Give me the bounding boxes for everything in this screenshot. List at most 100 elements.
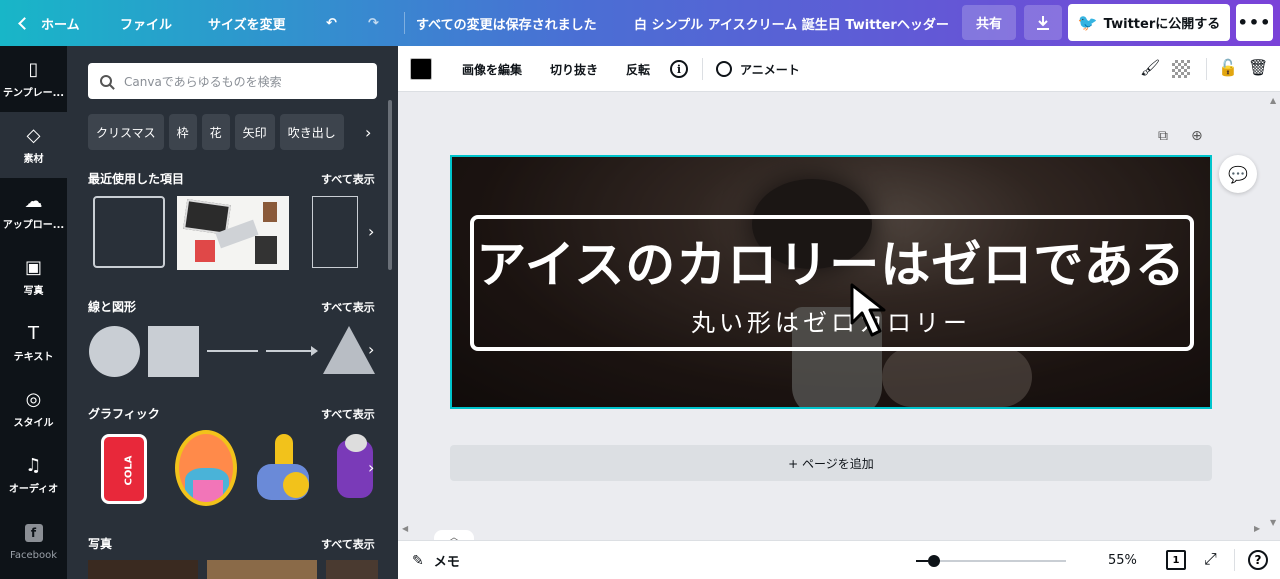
download-button[interactable] xyxy=(1024,5,1062,40)
zoom-slider[interactable] xyxy=(916,555,1066,567)
chip[interactable]: 吹き出し xyxy=(279,114,344,150)
save-status: すべての変更は保存されました xyxy=(416,17,597,33)
notes-button[interactable]: ✎ メモ xyxy=(412,541,460,579)
share-button[interactable]: 共有 xyxy=(962,5,1016,40)
more-options-button[interactable]: ••• xyxy=(1236,4,1273,41)
see-all-link[interactable]: すべて表示 xyxy=(321,171,375,187)
fullscreen-icon[interactable]: ⤢ xyxy=(1204,549,1217,569)
divider xyxy=(1206,58,1207,80)
color-swatch[interactable] xyxy=(410,58,432,80)
arrow-shape[interactable] xyxy=(266,346,318,356)
add-page-icon[interactable]: ⊕ xyxy=(1191,128,1203,144)
vertical-scrollbar[interactable]: ▲ ▼ xyxy=(1268,92,1280,540)
flip-button[interactable]: 反転 xyxy=(626,46,650,92)
chip[interactable]: クリスマス xyxy=(88,114,164,150)
rail-item-facebook[interactable]: f Facebook xyxy=(0,524,67,561)
zoom-slider-handle[interactable] xyxy=(928,555,940,567)
design-page[interactable]: アイスのカロリーはゼロである 丸い形はゼロカロリー xyxy=(450,155,1212,409)
section-title: グラフィック xyxy=(88,407,160,421)
search-input[interactable]: Canvaであらゆるものを検索 xyxy=(88,63,377,99)
top-bar: ホーム ファイル サイズを変更 ↶ ↷ すべての変更は保存されました 白 シンプ… xyxy=(0,0,1280,46)
rail-item-label: オーディオ xyxy=(8,483,59,495)
publish-label: Twitterに公開する xyxy=(1103,17,1221,32)
thumbs-up-graphic[interactable] xyxy=(257,434,315,504)
page-count-button[interactable]: 1 xyxy=(1166,550,1186,570)
cola-can-graphic[interactable]: COLA xyxy=(101,434,147,504)
animate-label: アニメート xyxy=(740,62,800,77)
rail-item-photos[interactable]: ▣ 写真 xyxy=(0,244,67,310)
rail-item-label: 写真 xyxy=(23,285,44,297)
design-subheading[interactable]: 丸い形はゼロカロリー xyxy=(452,303,1210,338)
chevron-right-icon[interactable]: › xyxy=(368,222,374,241)
file-menu-button[interactable]: ファイル xyxy=(120,0,172,46)
rail-item-text[interactable]: T テキスト xyxy=(0,310,67,376)
resize-button[interactable]: サイズを変更 xyxy=(208,0,286,46)
horizontal-scrollbar[interactable]: ◀ ▶ xyxy=(398,524,1268,536)
framed-landscape-graphic[interactable] xyxy=(175,430,237,506)
recent-photo-thumbnail[interactable] xyxy=(177,196,289,270)
divider xyxy=(1234,549,1235,571)
chip[interactable]: 花 xyxy=(201,114,230,150)
context-toolbar: 画像を編集 切り抜き 反転 i アニメート 🖌 🔓 🗑 xyxy=(398,46,1280,92)
home-button[interactable]: ホーム xyxy=(14,0,80,46)
trash-icon[interactable]: 🗑 xyxy=(1248,58,1268,77)
crop-button[interactable]: 切り抜き xyxy=(550,46,598,92)
line-shape[interactable] xyxy=(207,350,258,352)
panel-scrollbar[interactable] xyxy=(388,100,392,270)
zoom-level[interactable]: 55% xyxy=(1108,541,1137,579)
twitter-icon: 🐦 xyxy=(1077,13,1098,32)
comment-icon[interactable]: 💬 xyxy=(1219,155,1257,193)
see-all-link[interactable]: すべて表示 xyxy=(321,536,375,552)
paint-roller-icon[interactable]: 🖌 xyxy=(1140,58,1160,77)
chevron-right-icon[interactable]: › xyxy=(365,123,371,142)
rail-item-styles[interactable]: ◎ スタイル xyxy=(0,376,67,442)
photo-thumbnail[interactable] xyxy=(207,560,317,579)
rail-item-elements[interactable]: ◇ 素材 xyxy=(0,112,67,178)
see-all-link[interactable]: すべて表示 xyxy=(321,406,375,422)
rail-item-label: Facebook xyxy=(10,550,57,561)
section-title: 線と図形 xyxy=(88,300,137,314)
divider xyxy=(404,12,405,34)
text-icon: T xyxy=(28,322,39,344)
chevron-right-icon[interactable]: › xyxy=(368,340,374,359)
photo-thumbnail[interactable] xyxy=(326,560,378,579)
document-title[interactable]: 白 シンプル アイスクリーム 誕生日 Twitterヘッダー xyxy=(634,0,949,46)
bottom-bar: ✎ メモ 55% 1 ⤢ ? xyxy=(398,540,1280,579)
recent-frame-thumbnail[interactable] xyxy=(312,196,358,268)
see-all-link[interactable]: すべて表示 xyxy=(321,299,375,315)
transparency-icon[interactable] xyxy=(1172,60,1190,78)
redo-icon[interactable]: ↷ xyxy=(368,0,379,46)
scroll-up-icon[interactable]: ▲ xyxy=(1270,96,1276,105)
rail-item-label: テキスト xyxy=(13,351,54,363)
notes-label: メモ xyxy=(433,555,460,570)
can-label: COLA xyxy=(123,455,135,486)
duplicate-page-icon[interactable]: ⧉ xyxy=(1158,128,1168,144)
recent-frame-thumbnail[interactable] xyxy=(93,196,165,268)
circle-shape[interactable] xyxy=(89,326,140,377)
rail-item-audio[interactable]: ♫ オーディオ xyxy=(0,442,67,508)
animate-button[interactable]: アニメート xyxy=(716,46,800,92)
photo-thumbnail[interactable] xyxy=(88,560,198,579)
chevron-right-icon[interactable]: › xyxy=(368,458,374,477)
chip[interactable]: 枠 xyxy=(168,114,197,150)
elements-panel: Canvaであらゆるものを検索 クリスマス 枠 花 矢印 吹き出し › 最近使用… xyxy=(67,46,398,579)
elements-icon: ◇ xyxy=(26,124,41,146)
info-button[interactable]: i xyxy=(670,46,688,92)
publish-twitter-button[interactable]: 🐦 Twitterに公開する xyxy=(1068,4,1230,41)
scroll-left-icon[interactable]: ◀ xyxy=(402,524,408,533)
chip[interactable]: 矢印 xyxy=(234,114,275,150)
help-button[interactable]: ? xyxy=(1248,550,1268,570)
undo-icon[interactable]: ↶ xyxy=(326,0,337,46)
rail-item-label: 素材 xyxy=(23,153,44,165)
search-icon xyxy=(100,75,112,87)
scroll-right-icon[interactable]: ▶ xyxy=(1254,524,1260,533)
rail-item-uploads[interactable]: ☁ アップロー... xyxy=(0,178,67,244)
square-shape[interactable] xyxy=(148,326,199,377)
rail-item-label: テンプレー... xyxy=(2,87,65,99)
add-page-button[interactable]: + ページを追加 xyxy=(450,445,1212,481)
rail-item-templates[interactable]: ▯ テンプレー... xyxy=(0,46,67,112)
design-heading[interactable]: アイスのカロリーはゼロである xyxy=(452,225,1210,297)
scroll-down-icon[interactable]: ▼ xyxy=(1270,518,1276,527)
edit-image-button[interactable]: 画像を編集 xyxy=(462,46,522,92)
lock-icon[interactable]: 🔓 xyxy=(1218,58,1238,77)
